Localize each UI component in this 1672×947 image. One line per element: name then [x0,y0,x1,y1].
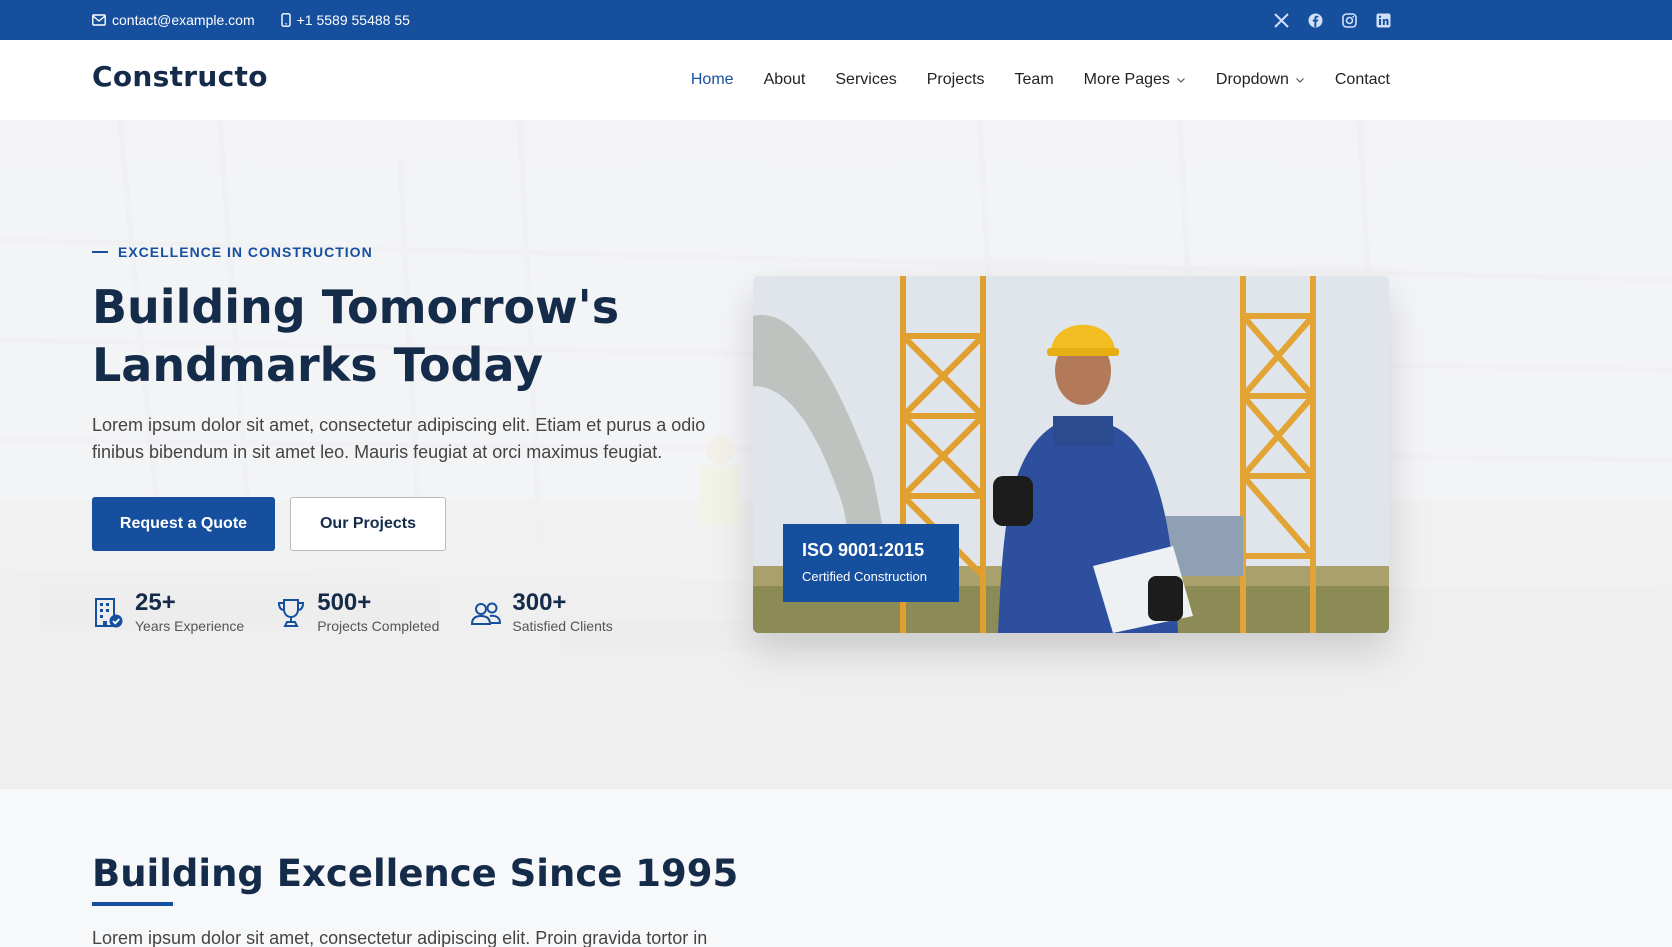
linkedin-icon[interactable] [1375,12,1391,28]
nav-projects[interactable]: Projects [927,71,985,89]
instagram-icon[interactable] [1341,12,1357,28]
nav-services[interactable]: Services [835,71,896,89]
stat-years: 25+ Years Experience [92,590,244,634]
hero-lead: Lorem ipsum dolor sit amet, consectetur … [92,415,706,462]
nav-team[interactable]: Team [1015,71,1054,89]
top-contact-bar: contact@example.com +1 5589 55488 55 [0,0,1672,40]
main-nav: Home About Services Projects Team More P… [661,40,1390,120]
about-section: Building Excellence Since 1995 Lorem ips… [0,789,1672,947]
request-quote-button[interactable]: Request a Quote [92,497,275,551]
stat-label: Years Experience [135,618,245,634]
people-icon [471,602,502,625]
our-projects-button[interactable]: Our Projects [290,497,446,551]
eyebrow-text: EXCELLENCE IN CONSTRUCTION [118,244,373,260]
x-icon[interactable] [1273,12,1289,28]
hero-section: EXCELLENCE IN CONSTRUCTION Building Tomo… [0,120,1672,789]
badge-subtitle: Certified Construction [802,569,927,584]
chevron-down-icon [1176,78,1185,83]
badge-title: ISO 9001:2015 [802,540,925,560]
iso-certification-badge: ISO 9001:2015 Certified Construction [783,524,959,602]
about-title: Building Excellence Since 1995 [92,852,739,895]
stat-value: 500+ [317,589,372,616]
facebook-icon[interactable] [1307,12,1323,28]
hero-stats: 25+ Years Experience 500+ Projects Compl… [92,590,643,634]
nav-more-pages[interactable]: More Pages [1084,71,1186,89]
stat-value: 25+ [135,589,176,616]
hero-eyebrow: EXCELLENCE IN CONSTRUCTION [92,244,373,260]
site-logo[interactable]: Constructo [92,60,268,93]
stat-label: Satisfied Clients [512,618,613,634]
nav-about[interactable]: About [764,71,806,89]
site-header: Constructo Home About Services Projects … [0,40,1672,120]
nav-home[interactable]: Home [691,71,734,89]
chevron-down-icon [1295,78,1304,83]
stat-clients: 300+ Satisfied Clients [469,589,613,634]
phone-contact[interactable]: +1 5589 55488 55 [280,12,410,28]
title-underline [92,902,173,906]
stat-label: Projects Completed [317,618,440,634]
nav-dropdown[interactable]: Dropdown [1216,71,1305,89]
stat-value: 300+ [512,589,567,616]
hero-title: Building Tomorrow's Landmarks Today [92,280,620,392]
building-check-icon [95,598,123,628]
email-text: contact@example.com [112,12,255,28]
stat-projects: 500+ Projects Completed [274,590,439,634]
email-contact[interactable]: contact@example.com [92,12,255,28]
phone-icon [280,13,291,27]
about-text: Lorem ipsum dolor sit amet, consectetur … [92,928,708,947]
trophy-icon [278,599,305,627]
eyebrow-dash [92,251,108,253]
nav-contact[interactable]: Contact [1335,71,1390,89]
phone-text: +1 5589 55488 55 [296,12,410,28]
hero-worker-photo: ISO 9001:2015 Certified Construction [753,276,1389,633]
envelope-icon [92,14,106,26]
